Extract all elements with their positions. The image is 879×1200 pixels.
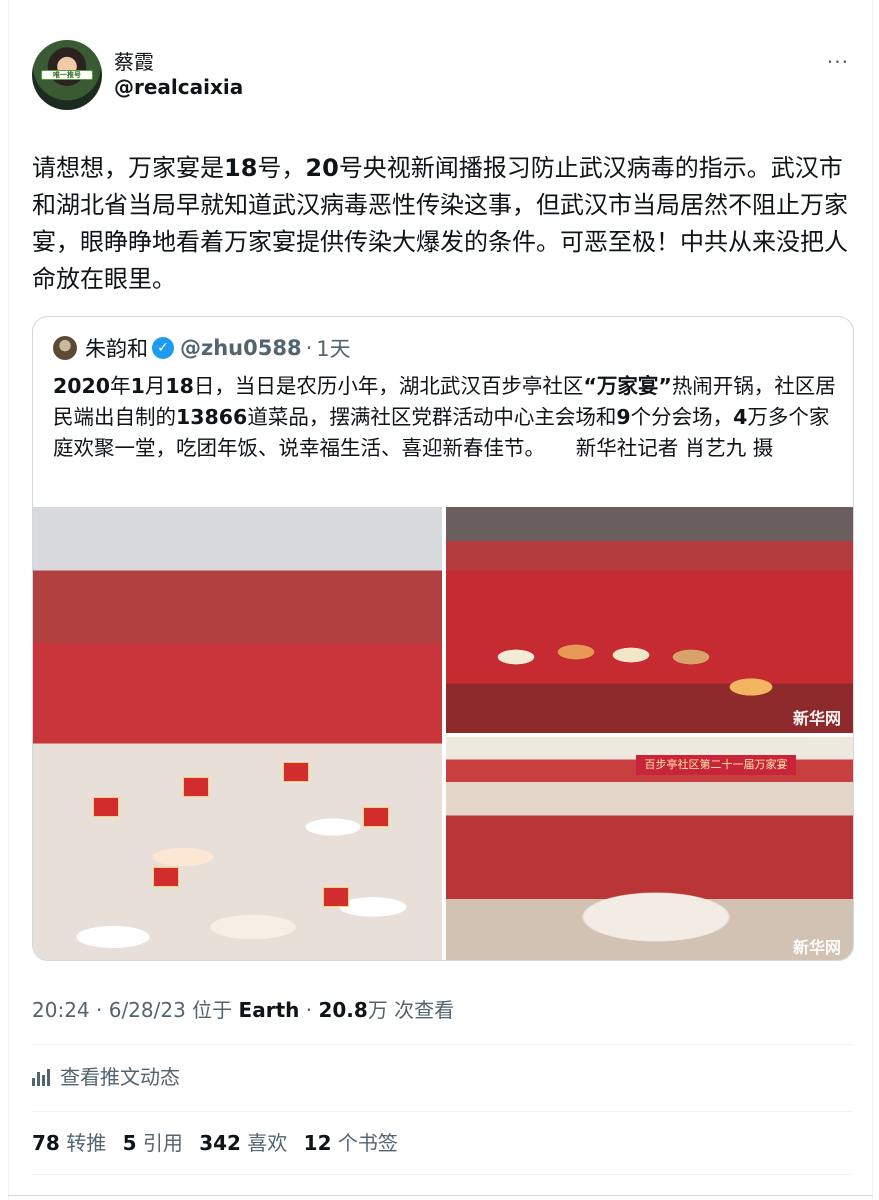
likes-stat[interactable]: 342 喜欢 — [199, 1131, 287, 1155]
tweet-header: 唯一推号 蔡霞 @realcaixia ··· — [32, 40, 859, 110]
view-count: 20.8 — [318, 998, 368, 1022]
quotes-stat[interactable]: 5 引用 — [123, 1131, 183, 1155]
dish-sign-decoration — [153, 867, 179, 887]
bookmarks-count: 12 — [303, 1131, 332, 1155]
bold-text-run: 1 — [130, 374, 145, 398]
author-avatar[interactable]: 唯一推号 — [32, 40, 102, 110]
retweets-count: 78 — [32, 1131, 60, 1155]
quoted-author-name[interactable]: 朱韵和 — [85, 333, 148, 363]
text-run: 道菜品，摆满社区党群活动中心主会场和 — [247, 405, 617, 429]
divider — [32, 1174, 853, 1175]
dish-sign-decoration — [283, 762, 309, 782]
quoted-tweet-time[interactable]: 1天 — [316, 333, 350, 363]
text-run: 日，当日是农历小年，湖北武汉百步亭社区 — [193, 374, 584, 398]
separator-dot: · — [89, 998, 109, 1022]
dish-sign-decoration — [93, 797, 119, 817]
quoted-author-avatar[interactable] — [53, 336, 77, 360]
author-handle[interactable]: @realcaixia — [114, 74, 243, 100]
analytics-bar-chart-icon — [32, 1068, 52, 1086]
divider — [32, 1044, 853, 1045]
quotes-label: 引用 — [136, 1131, 183, 1155]
quotes-count: 5 — [122, 1131, 137, 1155]
quoted-tweet[interactable]: 朱韵和 ✓ @zhu0588 · 1天 2020年1月18日，当日是农历小年，湖… — [32, 316, 854, 961]
bold-text-run: 18 — [165, 374, 194, 398]
dish-sign-decoration — [183, 777, 209, 797]
location-prefix: 位于 — [185, 998, 239, 1022]
divider — [32, 1111, 853, 1112]
frame-edge-bottom — [8, 1195, 873, 1196]
bold-text-run: “万家宴” — [583, 374, 672, 398]
bold-text-run: 20 — [305, 154, 339, 182]
tweet-date[interactable]: 6/28/23 — [109, 998, 186, 1022]
text-run: 月 — [144, 374, 166, 398]
bold-text-run: 4 — [733, 405, 748, 429]
engagement-stats: 78 转推 5 引用 342 喜欢 12 个书签 — [32, 1129, 408, 1157]
separator-dot: · — [299, 998, 319, 1022]
text-run: 号， — [257, 154, 306, 182]
view-analytics-button[interactable]: 查看推文动态 — [32, 1063, 180, 1091]
photo-banquet-hall[interactable]: 百步亭社区第二十一届万家宴 新华网 — [446, 737, 853, 960]
tweet-time[interactable]: 20:24 — [32, 998, 90, 1022]
text-run: 请想想，万家宴是 — [32, 154, 224, 182]
text-run: 个分会场， — [630, 405, 734, 429]
avatar-badge: 唯一推号 — [41, 70, 93, 80]
quoted-photo-grid: 新华网 百步亭社区第二十一届万家宴 新华网 — [33, 507, 853, 960]
xinhua-watermark: 新华网 — [792, 709, 841, 728]
bold-text-run: 13866 — [176, 405, 248, 429]
photo-banquet-crowd[interactable] — [33, 507, 442, 960]
bookmarks-stat[interactable]: 12 个书签 — [304, 1131, 398, 1155]
bold-text-run: 9 — [616, 405, 631, 429]
separator-dot: · — [305, 336, 313, 360]
tweet-location: Earth — [238, 998, 300, 1022]
likes-label: 喜欢 — [240, 1131, 288, 1155]
verified-badge-icon: ✓ — [152, 337, 174, 359]
bold-text-run: 2020 — [53, 374, 111, 398]
tweet-meta: 20:24 · 6/28/23 位于 Earth · 20.8万 次查看 — [32, 997, 454, 1023]
quoted-tweet-text: 2020年1月18日，当日是农历小年，湖北武汉百步亭社区“万家宴”热闹开锅，社区… — [53, 371, 843, 464]
retweets-label: 转推 — [59, 1131, 107, 1155]
quoted-tweet-header: 朱韵和 ✓ @zhu0588 · 1天 — [53, 335, 351, 361]
hall-banner: 百步亭社区第二十一届万家宴 — [636, 755, 796, 775]
analytics-label: 查看推文动态 — [60, 1065, 180, 1089]
more-options-icon[interactable]: ··· — [827, 50, 849, 74]
text-run: 年 — [110, 374, 131, 398]
tweet-text: 请想想，万家宴是18号，20号央视新闻播报习防止武汉病毒的指示。武汉市和湖北省当… — [32, 150, 852, 298]
bold-text-run: 18 — [224, 154, 258, 182]
view-count-label: 万 次查看 — [367, 998, 455, 1022]
dish-sign-decoration — [323, 887, 349, 907]
bookmarks-label: 个书签 — [331, 1131, 398, 1155]
frame-edge-right — [872, 0, 873, 1200]
quoted-author-handle[interactable]: @zhu0588 — [180, 336, 302, 360]
author-display-name[interactable]: 蔡霞 — [114, 50, 243, 74]
frame-edge-left — [8, 0, 9, 1200]
xinhua-watermark: 新华网 — [792, 938, 841, 957]
dish-sign-decoration — [363, 807, 389, 827]
likes-count: 342 — [199, 1131, 241, 1155]
photo-women-holding-dishes[interactable]: 新华网 — [446, 507, 853, 733]
retweets-stat[interactable]: 78 转推 — [32, 1131, 106, 1155]
author-name-block[interactable]: 蔡霞 @realcaixia — [114, 50, 243, 100]
